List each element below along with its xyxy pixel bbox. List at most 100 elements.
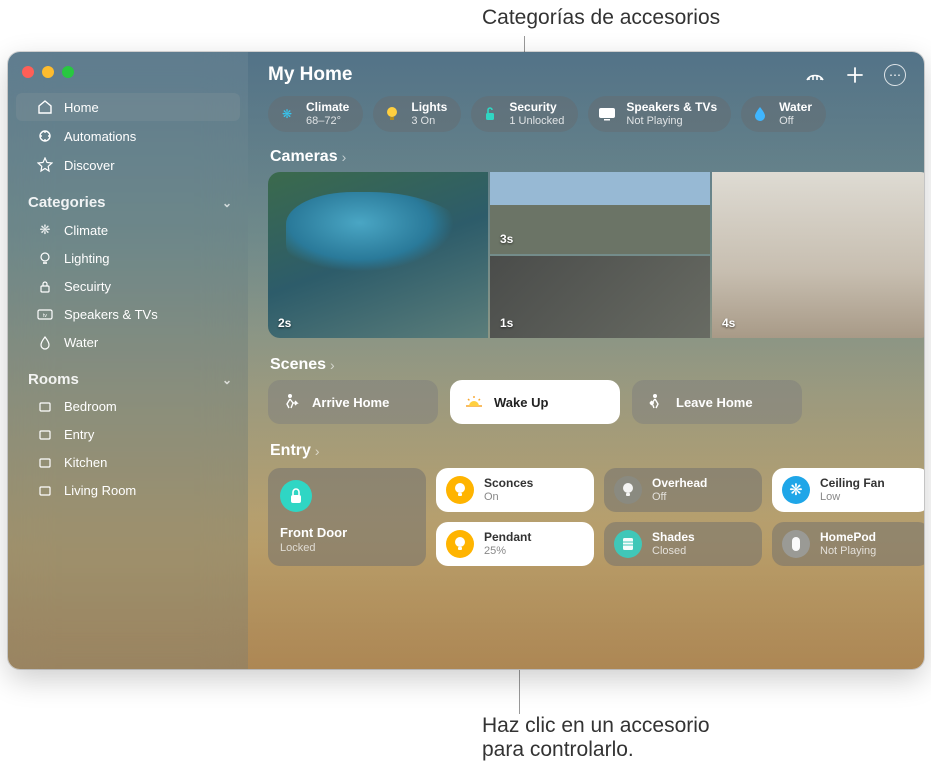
sidebar-section-categories[interactable]: Categories ⌄ xyxy=(8,180,248,215)
tile-name: Overhead xyxy=(652,476,707,490)
drop-icon xyxy=(36,336,54,350)
fan-icon: ❋ xyxy=(36,222,54,238)
pill-label: Lights xyxy=(411,100,447,114)
add-button[interactable] xyxy=(844,64,866,86)
tile-name: Ceiling Fan xyxy=(820,476,885,490)
sidebar-item-label: Entry xyxy=(64,427,94,442)
sidebar-item-climate[interactable]: ❋ Climate xyxy=(16,216,240,244)
section-header-scenes[interactable]: Scenes › xyxy=(270,356,906,374)
sidebar-item-entry[interactable]: Entry xyxy=(16,421,240,448)
tile-overhead[interactable]: OverheadOff xyxy=(604,468,762,512)
sidebar-item-label: Secuirty xyxy=(64,279,111,294)
category-pills: ❋ Climate68–72° Lights3 On Security1 Unl… xyxy=(268,96,906,132)
section-header-cameras[interactable]: Cameras › xyxy=(270,148,906,166)
tile-homepod[interactable]: HomePodNot Playing xyxy=(772,522,924,566)
tile-front-door[interactable]: Front Door Locked xyxy=(268,468,426,566)
sidebar-item-label: Automations xyxy=(64,129,136,144)
pill-label: Security xyxy=(509,100,556,114)
sidebar-item-label: Speakers & TVs xyxy=(64,307,158,322)
sidebar-item-kitchen[interactable]: Kitchen xyxy=(16,449,240,476)
bulb-icon xyxy=(36,252,54,266)
pill-status: 68–72° xyxy=(306,115,341,127)
sidebar-item-lighting[interactable]: Lighting xyxy=(16,245,240,272)
sidebar-item-label: Discover xyxy=(64,158,115,173)
camera-feed-4[interactable]: 1s xyxy=(490,256,710,338)
sidebar-item-label: Home xyxy=(64,100,99,115)
sidebar-item-home[interactable]: Home xyxy=(16,93,240,121)
shades-icon xyxy=(614,530,642,558)
tv-icon: tv xyxy=(36,308,54,322)
tile-status: Locked xyxy=(280,542,315,554)
camera-feed-3[interactable]: 4s xyxy=(712,172,924,338)
tile-ceiling-fan[interactable]: ❋ Ceiling FanLow xyxy=(772,468,924,512)
pill-speakers-tvs[interactable]: Speakers & TVsNot Playing xyxy=(588,96,731,132)
sidebar-item-water[interactable]: Water xyxy=(16,329,240,356)
sidebar-item-discover[interactable]: Discover xyxy=(16,151,240,179)
scenes-row: Arrive Home Wake Up Leave Home xyxy=(268,380,906,424)
scene-label: Wake Up xyxy=(494,395,548,410)
pill-label: Speakers & TVs xyxy=(626,100,717,114)
callout-bottom-l2: para controlarlo. xyxy=(482,738,634,761)
pill-security[interactable]: Security1 Unlocked xyxy=(471,96,578,132)
tile-name: Pendant xyxy=(484,530,531,544)
drop-icon xyxy=(749,103,771,125)
window-controls xyxy=(8,60,248,92)
tile-status: Low xyxy=(820,491,840,503)
camera-feed-1[interactable]: 2s xyxy=(268,172,488,338)
sidebar-section-title: Rooms xyxy=(28,371,79,388)
sidebar-item-label: Living Room xyxy=(64,483,136,498)
minimize-window-button[interactable] xyxy=(42,66,54,78)
tile-shades[interactable]: ShadesClosed xyxy=(604,522,762,566)
person-leave-icon xyxy=(646,393,666,411)
tv-icon xyxy=(596,103,618,125)
tile-status: Closed xyxy=(652,545,686,557)
sidebar-item-bedroom[interactable]: Bedroom xyxy=(16,393,240,420)
pill-water[interactable]: WaterOff xyxy=(741,96,826,132)
callout-bottom-l1: Haz clic en un accesorio xyxy=(482,714,710,737)
chevron-down-icon: ⌄ xyxy=(222,196,232,210)
room-icon xyxy=(36,484,54,498)
fullscreen-window-button[interactable] xyxy=(62,66,74,78)
tile-sconces[interactable]: SconcesOn xyxy=(436,468,594,512)
intercom-button[interactable] xyxy=(804,64,826,86)
fan-icon: ❋ xyxy=(782,476,810,504)
bulb-icon xyxy=(446,530,474,558)
tile-name: Shades xyxy=(652,530,695,544)
sidebar-item-security[interactable]: Secuirty xyxy=(16,273,240,300)
room-icon xyxy=(36,400,54,414)
chevron-right-icon: › xyxy=(315,443,320,459)
entry-grid: Front Door Locked SconcesOn OverheadOff xyxy=(268,468,906,566)
sidebar-item-living-room[interactable]: Living Room xyxy=(16,477,240,504)
section-header-entry[interactable]: Entry › xyxy=(270,442,906,460)
sidebar-item-automations[interactable]: Automations xyxy=(16,122,240,150)
pill-climate[interactable]: ❋ Climate68–72° xyxy=(268,96,363,132)
section-title: Scenes xyxy=(270,356,326,374)
close-window-button[interactable] xyxy=(22,66,34,78)
pill-status: 1 Unlocked xyxy=(509,115,564,127)
scene-wake-up[interactable]: Wake Up xyxy=(450,380,620,424)
sidebar-item-speakers-tvs[interactable]: tv Speakers & TVs xyxy=(16,301,240,328)
scene-arrive-home[interactable]: Arrive Home xyxy=(268,380,438,424)
bulb-icon xyxy=(446,476,474,504)
pill-status: Off xyxy=(779,115,793,127)
sidebar-section-rooms[interactable]: Rooms ⌄ xyxy=(8,357,248,392)
app-window: Home Automations Discover Categories ⌄ ❋… xyxy=(8,52,924,669)
tile-pendant[interactable]: Pendant25% xyxy=(436,522,594,566)
scene-leave-home[interactable]: Leave Home xyxy=(632,380,802,424)
scene-label: Arrive Home xyxy=(312,395,389,410)
pill-status: Not Playing xyxy=(626,115,682,127)
more-button[interactable]: ⋯ xyxy=(884,64,906,86)
chevron-right-icon: › xyxy=(342,149,347,165)
camera-feed-2[interactable]: 3s xyxy=(490,172,710,254)
camera-timestamp: 2s xyxy=(278,316,291,330)
tile-status: Not Playing xyxy=(820,545,876,557)
section-title: Entry xyxy=(270,442,311,460)
bulb-icon xyxy=(381,103,403,125)
automations-icon xyxy=(36,128,54,144)
sidebar: Home Automations Discover Categories ⌄ ❋… xyxy=(8,52,248,669)
sidebar-item-label: Bedroom xyxy=(64,399,117,414)
room-icon xyxy=(36,428,54,442)
tile-name: Front Door xyxy=(280,525,347,540)
titlebar-actions: ⋯ xyxy=(804,64,906,86)
pill-lights[interactable]: Lights3 On xyxy=(373,96,461,132)
